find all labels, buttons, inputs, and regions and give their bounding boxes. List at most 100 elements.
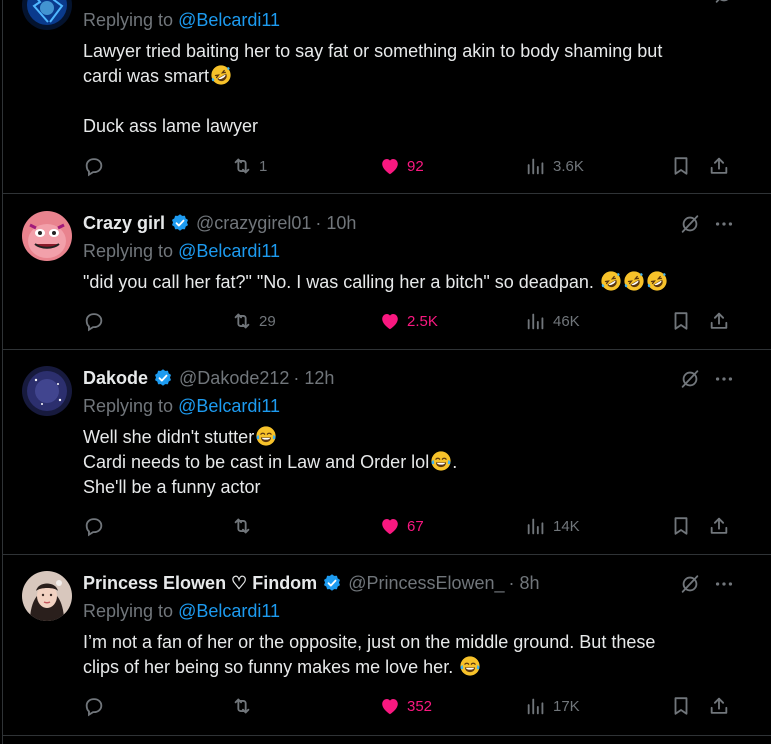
reply-icon <box>83 310 105 332</box>
handle[interactable]: @crazygirel01 <box>196 213 311 234</box>
grok-icon[interactable] <box>679 213 701 235</box>
replying-to: Replying to @Belcardi11 <box>83 601 281 621</box>
views-icon <box>525 695 547 717</box>
mention-link[interactable]: @Belcardi11 <box>178 601 280 621</box>
like-button[interactable]: 352 <box>379 695 432 717</box>
views-button[interactable]: 46K <box>525 310 580 332</box>
display-name[interactable]: Princess Elowen ♡ Findom <box>83 573 317 594</box>
share-button[interactable] <box>708 695 730 717</box>
share-icon <box>708 310 730 332</box>
tweet-text: Lawyer tried baiting her to say fat or s… <box>83 41 663 136</box>
reply-tweet[interactable]: Dakode @Dakode212 · 12h Replying to @Bel… <box>3 350 771 555</box>
retweet-button[interactable] <box>231 515 259 537</box>
share-icon <box>708 695 730 717</box>
tweet-header: Crazy girl @crazygirel01 · 10h <box>83 212 356 234</box>
tweet-actions: 29 2.5K 46K <box>83 310 743 334</box>
retweet-button[interactable]: 1 <box>231 155 267 177</box>
tweet-top-icons <box>679 368 735 390</box>
avatar[interactable] <box>22 366 72 416</box>
grok-icon[interactable] <box>679 368 701 390</box>
handle[interactable]: @PrincessElowen_ <box>348 573 504 594</box>
avatar[interactable] <box>22 0 72 30</box>
views-button[interactable]: 3.6K <box>525 155 584 177</box>
heart-icon <box>379 515 401 537</box>
rofl-emoji-icon <box>600 270 622 292</box>
views-button[interactable]: 17K <box>525 695 580 717</box>
reply-button[interactable] <box>83 310 111 332</box>
tweet-top-icons <box>679 573 735 595</box>
like-button[interactable]: 2.5K <box>379 310 438 332</box>
tweet-text: "did you call her fat?" "No. I was calli… <box>83 270 743 295</box>
retweet-icon <box>231 695 253 717</box>
retweet-button[interactable]: 29 <box>231 310 276 332</box>
reply-button[interactable] <box>83 155 111 177</box>
views-button[interactable]: 14K <box>525 515 580 537</box>
bookmark-icon <box>670 695 692 717</box>
avatar[interactable] <box>22 211 72 261</box>
joy-emoji-icon <box>430 450 452 472</box>
reply-button[interactable] <box>83 695 111 717</box>
rofl-emoji-icon <box>646 270 668 292</box>
timestamp[interactable]: · 10h <box>315 213 356 234</box>
share-icon <box>708 515 730 537</box>
reply-icon <box>83 695 105 717</box>
retweet-icon <box>231 515 253 537</box>
grok-icon[interactable] <box>679 573 701 595</box>
bookmark-button[interactable] <box>670 310 692 332</box>
more-options-icon[interactable] <box>713 368 735 390</box>
more-options-icon[interactable] <box>713 213 735 235</box>
views-icon <box>525 155 547 177</box>
views-icon <box>525 310 547 332</box>
share-button[interactable] <box>708 515 730 537</box>
tweet-actions: 1 92 3.6K <box>83 155 743 179</box>
display-name[interactable]: Crazy girl <box>83 213 165 234</box>
views-icon <box>525 515 547 537</box>
reply-tweet[interactable]: Crazy girl @crazygirel01 · 10h Replying … <box>3 194 771 350</box>
heart-icon <box>379 695 401 717</box>
replying-to: Replying to @Belcardi11 <box>83 396 281 416</box>
tweet-actions: 67 14K <box>83 515 743 539</box>
more-options-icon[interactable] <box>713 573 735 595</box>
reply-tweet[interactable]: Princess Elowen ♡ Findom @PrincessElowen… <box>3 555 771 736</box>
reply-tweet[interactable]: Replying to @Belcardi11 Lawyer tried bai… <box>3 0 771 194</box>
display-name[interactable]: Dakode <box>83 368 148 389</box>
retweet-icon <box>231 155 253 177</box>
mention-link[interactable]: @Belcardi11 <box>178 241 280 261</box>
share-button[interactable] <box>708 155 730 177</box>
replying-to: Replying to @Belcardi11 <box>83 10 281 30</box>
reply-icon <box>83 155 105 177</box>
bookmark-button[interactable] <box>670 515 692 537</box>
handle[interactable]: @Dakode212 <box>179 368 289 389</box>
rofl-emoji-icon <box>623 270 645 292</box>
mention-link[interactable]: @Belcardi11 <box>178 396 280 416</box>
bookmark-button[interactable] <box>670 155 692 177</box>
mention-link[interactable]: @Belcardi11 <box>178 10 280 30</box>
tweet-text: Well she didn't stutter Cardi needs to b… <box>83 425 458 497</box>
rofl-emoji-icon <box>210 64 232 86</box>
share-button[interactable] <box>708 310 730 332</box>
reply-feed: Replying to @Belcardi11 Lawyer tried bai… <box>2 0 771 744</box>
heart-icon <box>379 310 401 332</box>
tweet-actions: 352 17K <box>83 695 743 719</box>
reply-button[interactable] <box>83 515 111 537</box>
bookmark-icon <box>670 515 692 537</box>
verified-badge-icon <box>153 368 173 388</box>
tweet-top-icons <box>713 0 735 5</box>
tweet-text: I’m not a fan of her or the opposite, ju… <box>83 632 656 677</box>
grok-icon[interactable] <box>713 0 735 5</box>
verified-badge-icon <box>322 573 342 593</box>
retweet-button[interactable] <box>231 695 259 717</box>
reply-icon <box>83 515 105 537</box>
share-icon <box>708 155 730 177</box>
bookmark-icon <box>670 155 692 177</box>
joy-emoji-icon <box>459 655 481 677</box>
tweet-top-icons <box>679 213 735 235</box>
bookmark-button[interactable] <box>670 695 692 717</box>
joy-emoji-icon <box>255 425 277 447</box>
timestamp[interactable]: · 12h <box>293 368 334 389</box>
like-button[interactable]: 92 <box>379 155 424 177</box>
timestamp[interactable]: · 8h <box>509 573 540 594</box>
like-button[interactable]: 67 <box>379 515 424 537</box>
verified-badge-icon <box>170 213 190 233</box>
avatar[interactable] <box>22 571 72 621</box>
